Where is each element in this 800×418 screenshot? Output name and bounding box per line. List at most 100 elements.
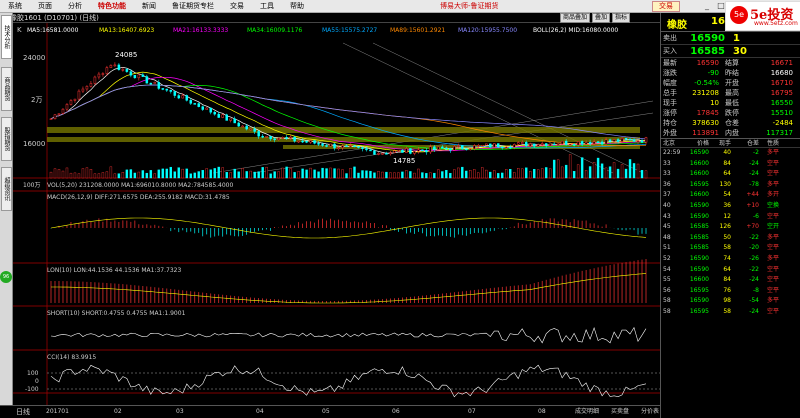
volume-bar — [241, 168, 244, 179]
volume-bar — [497, 173, 500, 179]
volume-bar — [205, 168, 208, 179]
volume-bar — [357, 172, 360, 179]
quote-value: 16590 — [696, 59, 719, 67]
candle-body — [217, 113, 220, 118]
volume-bar — [169, 166, 173, 179]
candle-body — [493, 143, 496, 148]
candle-body — [393, 150, 396, 153]
candle-body — [644, 137, 648, 143]
volume-bar — [185, 168, 188, 179]
ticks-list[interactable]: 22:59 16590 40 -2 多平 33 16600 84 -24 空平 33 16600 64 -… — [661, 148, 800, 318]
candle-body — [105, 67, 109, 74]
candle-body — [512, 144, 516, 148]
candle-body — [389, 152, 392, 155]
quote-label: 跌停 — [725, 109, 739, 117]
candle-body — [361, 147, 364, 149]
short-legend: SHORT(10) SHORT:0.4755 0.4755 MA1:1.9001 — [47, 310, 186, 317]
indicator-button[interactable]: 指标 — [612, 13, 631, 23]
ma-legend-3: MA34:16009.1176 — [247, 27, 302, 34]
tick-row: 58 16590 98 -54 多平 — [661, 296, 800, 307]
quote-label: 开盘 — [725, 79, 739, 87]
candle-body — [508, 146, 512, 149]
candle-body — [49, 118, 53, 121]
trade-button[interactable]: 交易 — [652, 1, 680, 12]
menu-item-tools[interactable]: 工具 — [252, 0, 282, 13]
volume-bar — [564, 164, 568, 179]
volume-bar — [377, 171, 380, 179]
ma-legend-1: MA13:16407.6923 — [99, 27, 154, 34]
candle-body — [489, 143, 492, 148]
menu-item-column[interactable]: 鲁证期货专栏 — [164, 0, 222, 13]
tick-row: 22:59 16590 40 -2 多平 — [661, 148, 800, 159]
candle-body — [461, 145, 464, 149]
volume-bar — [361, 170, 364, 179]
menu-item-news[interactable]: 新闻 — [134, 0, 164, 13]
candle-body — [189, 100, 193, 104]
tick-price: 16595 — [689, 286, 709, 294]
tab-index-futures[interactable]: 股指期货 — [1, 117, 12, 161]
candle-body — [325, 145, 328, 147]
menu-item-system[interactable]: 系统 — [0, 0, 30, 13]
x-label-2: 03 — [176, 408, 184, 415]
candle-body — [560, 140, 564, 145]
candle-body — [608, 139, 612, 142]
candle-body — [269, 136, 272, 140]
quote-label: 最新 — [663, 59, 677, 67]
tick-volume: 58 — [723, 244, 731, 252]
menu-item-page[interactable]: 页面 — [30, 0, 60, 13]
tab-trade-detail[interactable]: 成交明细 — [575, 406, 599, 418]
tab-super-info[interactable]: 超级资讯 — [1, 167, 12, 211]
volume-bar — [317, 171, 320, 179]
volume-bar — [548, 168, 552, 179]
tick-price: 16585 — [689, 223, 709, 231]
volume-bar — [572, 171, 576, 179]
volume-bar — [325, 168, 328, 179]
volume-bar — [165, 168, 169, 179]
minimize-icon[interactable]: _ — [700, 0, 714, 12]
candle-body — [109, 65, 113, 68]
volume-bar — [233, 168, 236, 179]
candle-body — [321, 143, 324, 146]
menu-item-help[interactable]: 帮助 — [282, 0, 312, 13]
quote-value: -2484 — [772, 119, 793, 127]
volume-bar — [421, 172, 424, 179]
volume-bar — [257, 171, 260, 179]
menu-bar: 系统 页面 分析 特色功能 新闻 鲁证期货专栏 交易 工具 帮助 — [0, 0, 800, 13]
menu-item-features[interactable]: 特色功能 — [90, 0, 134, 13]
candle-body — [417, 149, 420, 152]
overlay-button[interactable]: 叠加 — [592, 13, 611, 23]
volume-bar — [201, 170, 204, 179]
tick-type: 空平 — [766, 265, 779, 273]
volume-bar — [161, 168, 165, 179]
candle-body — [353, 145, 356, 147]
volume-bar — [333, 168, 336, 179]
volume-bar — [117, 173, 121, 179]
chart-area[interactable]: K MA5:16581.0000 MA13:16407.6923 MA21:16… — [13, 23, 660, 405]
volume-bar — [580, 157, 584, 179]
tick-time: 22:59 — [663, 149, 681, 156]
candle-body — [628, 138, 632, 141]
quote-label: 仓差 — [725, 119, 739, 127]
tick-oi-change: +10 — [746, 201, 759, 209]
y-tick-24000: 24000 — [23, 54, 45, 62]
kline-chart[interactable]: K MA5:16581.0000 MA13:16407.6923 MA21:16… — [13, 23, 660, 405]
candle-body — [497, 143, 500, 148]
candle-body — [580, 141, 584, 145]
tab-commodity-futures[interactable]: 商品期货 — [1, 67, 12, 111]
overlay-commodity-button[interactable]: 商品叠加 — [560, 13, 591, 23]
tick-type: 空平 — [766, 212, 779, 220]
candle-body — [341, 145, 344, 149]
sell-volume: 1 — [733, 33, 740, 44]
menu-item-analysis[interactable]: 分析 — [60, 0, 90, 13]
volume-bar — [628, 159, 632, 179]
volume-bar — [73, 172, 77, 179]
tab-technical-analysis[interactable]: 技术分析 — [1, 15, 12, 59]
menu-item-trade[interactable]: 交易 — [222, 0, 252, 13]
volume-bar — [153, 173, 157, 179]
tab-order-book[interactable]: 买卖盘 — [611, 406, 629, 418]
volume-bar — [69, 172, 73, 179]
tab-price-table[interactable]: 分价表 — [641, 406, 659, 418]
candle-body — [552, 143, 556, 146]
volume-bar — [532, 168, 536, 179]
tick-row: 55 16600 84 -24 空平 — [661, 275, 800, 286]
